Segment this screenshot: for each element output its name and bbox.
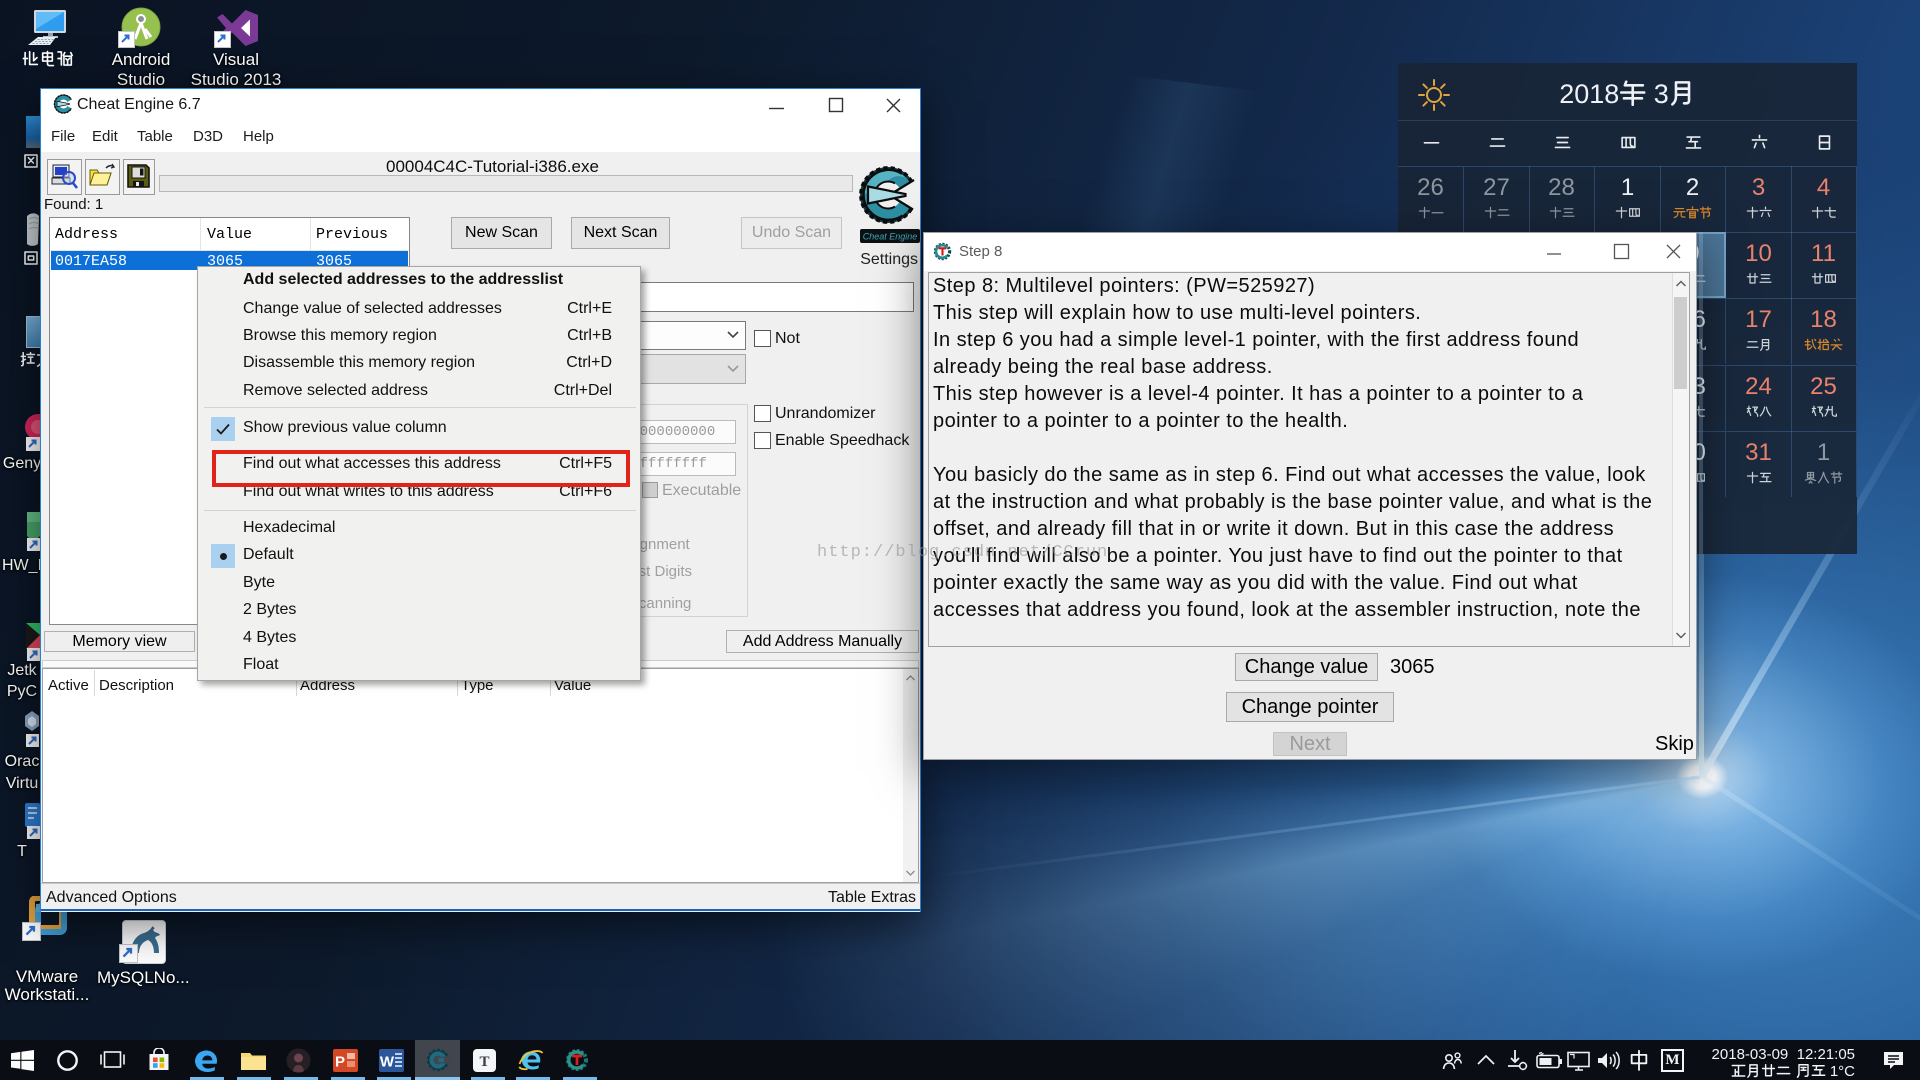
svg-text:Cheat Engine: Cheat Engine [863, 232, 918, 242]
svg-text:T: T [479, 1054, 489, 1070]
svg-text:W: W [380, 1054, 395, 1071]
svg-text:P: P [335, 1054, 345, 1071]
